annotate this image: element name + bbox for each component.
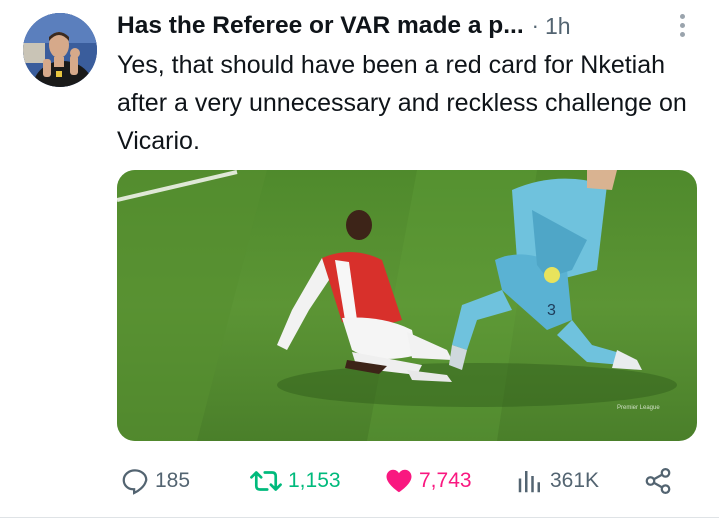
separator-dot: · — [531, 13, 539, 38]
author-name[interactable]: Has the Referee or VAR made a p... — [117, 12, 524, 40]
more-icon[interactable] — [668, 10, 696, 40]
reply-button[interactable]: 185 — [120, 460, 190, 502]
reply-count: 185 — [155, 469, 191, 492]
media-watermark: Premier League — [617, 405, 660, 411]
svg-text:3: 3 — [547, 302, 556, 319]
like-count: 7,743 — [419, 469, 472, 492]
tweet-text: Yes, that should have been a red card fo… — [117, 51, 687, 155]
views-count: 361K — [550, 469, 600, 492]
reply-icon — [122, 469, 148, 495]
retweet-count: 1,153 — [288, 469, 341, 492]
retweet-icon — [250, 471, 282, 491]
divider — [0, 517, 719, 518]
retweet-button[interactable]: 1,153 — [249, 460, 341, 502]
tweet-actions-bar: 185 1,153 7,743 361K — [0, 460, 719, 502]
views-button[interactable]: 361K — [515, 460, 599, 502]
share-icon — [645, 468, 671, 494]
views-icon — [518, 471, 540, 493]
timestamp[interactable]: 1h — [545, 13, 571, 40]
tweet-header: Has the Referee or VAR made a p... · 1h — [117, 8, 571, 44]
like-button[interactable]: 7,743 — [384, 460, 472, 502]
share-button[interactable] — [643, 460, 673, 502]
author-avatar[interactable] — [23, 13, 97, 87]
heart-icon — [386, 469, 412, 493]
tweet-media-image[interactable]: 3 Premier League — [117, 170, 697, 441]
